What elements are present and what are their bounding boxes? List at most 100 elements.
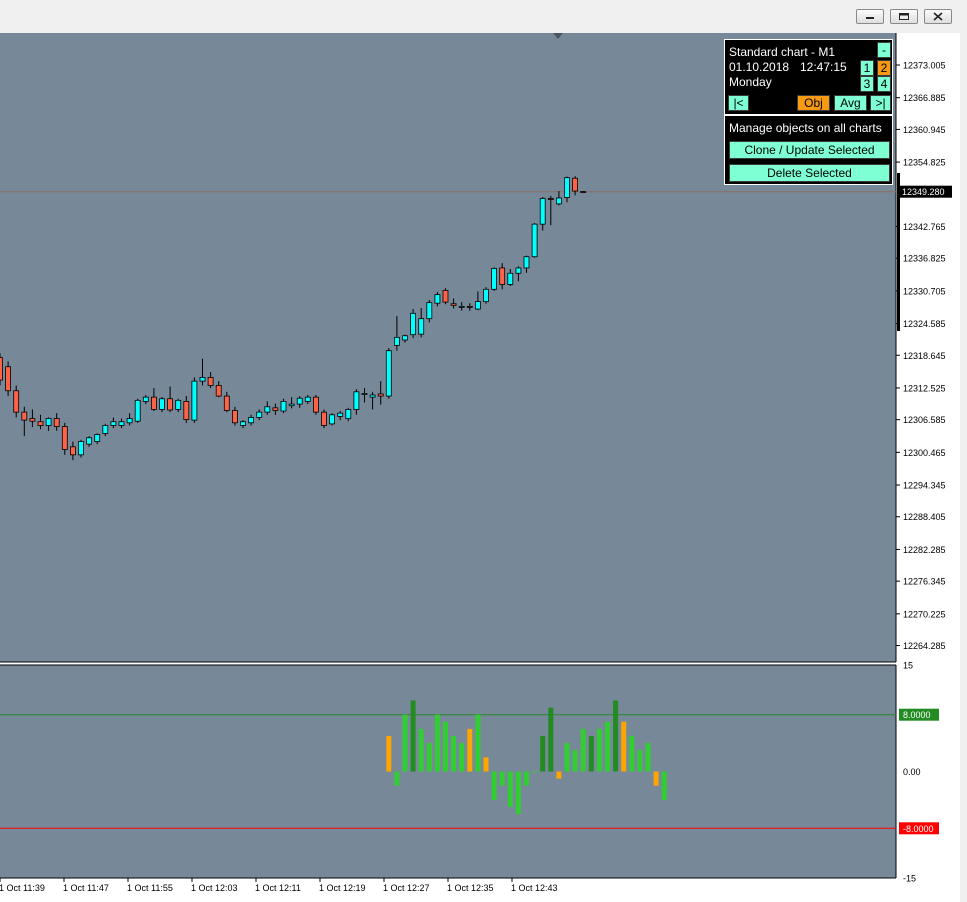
histogram-bar (645, 743, 651, 772)
candle-body (223, 395, 230, 411)
histogram-bar (556, 771, 562, 779)
candle-body (240, 421, 246, 426)
candle-body (215, 385, 222, 397)
price-tick-label: 12294.345 (903, 481, 946, 491)
candle-body (199, 377, 206, 382)
candle-body (377, 393, 384, 397)
candle-body (272, 407, 279, 411)
candle-body (353, 391, 360, 410)
candle-body (450, 303, 457, 306)
candle-body (61, 426, 68, 450)
histogram-bar (580, 728, 586, 772)
price-tick-label: 12318.645 (903, 351, 946, 361)
candle-body (45, 418, 52, 426)
restore-icon (899, 13, 909, 20)
candle-body (515, 267, 522, 274)
histogram-bar (621, 721, 627, 772)
candle-body (402, 335, 408, 341)
histogram-bar (596, 728, 602, 772)
candle-body (442, 289, 449, 303)
price-tick-label: 12282.285 (903, 545, 946, 555)
last-button[interactable]: >| (870, 95, 891, 111)
close-icon (933, 12, 943, 21)
histogram-bar (613, 700, 619, 772)
candle-body (572, 177, 578, 192)
candle-body (296, 397, 303, 405)
price-tick-label: 12270.225 (903, 609, 946, 619)
time-tick-label: 1 Oct 12:03 (191, 883, 238, 893)
histogram-bar (491, 771, 497, 800)
clone-update-button[interactable]: Clone / Update Selected (729, 141, 890, 159)
candle-body (507, 272, 514, 285)
candle-body (564, 177, 570, 198)
close-button[interactable] (924, 9, 952, 24)
candle-body (393, 336, 400, 346)
chart-3-button[interactable]: 3 (860, 76, 874, 92)
panel-title: Standard chart - M1 (729, 45, 836, 59)
minimize-button[interactable] (856, 9, 884, 24)
level-label: 8.0000 (903, 710, 931, 720)
histogram-bar (410, 700, 416, 772)
candle-body (418, 318, 425, 335)
candle-body (0, 357, 3, 381)
price-tick-label: 12306.585 (903, 415, 946, 425)
candle-body (256, 411, 263, 418)
candle-body (434, 294, 441, 304)
candle-body (150, 396, 157, 410)
candle-body (345, 409, 352, 419)
time-tick-label: 1 Oct 11:55 (127, 883, 173, 893)
candle-body (5, 366, 11, 392)
first-button[interactable]: |< (728, 95, 749, 111)
avg-button[interactable]: Avg (834, 95, 867, 111)
candle-body (191, 380, 198, 421)
histogram-bar (451, 736, 457, 772)
chart-2-button[interactable]: 2 (877, 60, 891, 76)
histogram-bar (637, 750, 643, 772)
candle-body (556, 197, 562, 205)
candle-body (321, 411, 327, 426)
time-tick-label: 1 Oct 11:47 (63, 883, 109, 893)
histogram-bar (661, 771, 667, 800)
candle-body (466, 305, 473, 308)
window-edge (960, 33, 967, 902)
collapse-button[interactable]: - (877, 42, 891, 58)
candle-body (183, 401, 190, 420)
indicator-tick-label: 15 (903, 661, 913, 671)
candle-body (110, 421, 117, 426)
price-tick-label: 12330.705 (903, 286, 946, 296)
candle-body (159, 398, 165, 410)
candle-body (410, 312, 417, 336)
price-tick-label: 12300.465 (903, 448, 946, 458)
time-tick-label: 1 Oct 12:11 (255, 883, 301, 893)
panel-date: 01.10.2018 (729, 60, 790, 74)
histogram-bar (418, 728, 424, 772)
price-tick-label: 12373.005 (903, 61, 946, 71)
candle-body (580, 191, 587, 193)
candle-body (499, 267, 506, 285)
candle-body (264, 406, 271, 413)
candle-body (70, 446, 76, 456)
obj-button[interactable]: Obj (797, 95, 830, 111)
candle-body (523, 256, 530, 269)
chart-1-button[interactable]: 1 (860, 60, 874, 76)
candle-body (21, 411, 28, 421)
candle-body (118, 421, 125, 426)
candle-body (369, 394, 376, 398)
minimize-icon (866, 17, 874, 19)
chart-4-button[interactable]: 4 (877, 76, 891, 92)
restore-button[interactable] (890, 9, 918, 24)
time-tick-label: 1 Oct 12:19 (319, 883, 366, 893)
histogram-bar (475, 714, 481, 772)
delete-selected-button[interactable]: Delete Selected (729, 164, 890, 182)
price-tick-label: 12354.825 (903, 158, 946, 168)
candle-body (385, 350, 392, 397)
candle-body (94, 434, 101, 442)
price-tick-label: 12360.945 (903, 125, 946, 135)
histogram-bar (532, 771, 538, 773)
histogram-bar (402, 714, 408, 772)
histogram-bar (629, 736, 635, 772)
candle-body (312, 396, 319, 413)
histogram-bar (426, 743, 432, 772)
candle-body (304, 396, 311, 402)
price-tick-label: 12312.525 (903, 383, 946, 393)
